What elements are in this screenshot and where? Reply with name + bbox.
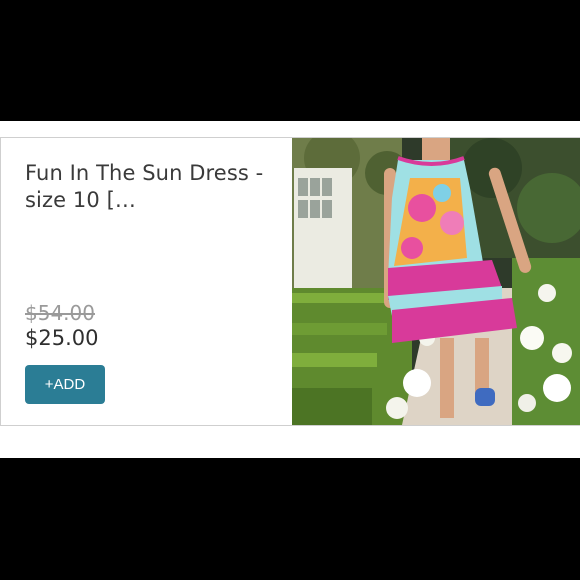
sale-price: $25.00 [25, 326, 99, 350]
add-button[interactable]: +ADD [25, 365, 105, 404]
original-price: $54.00 [25, 301, 95, 325]
product-photo[interactable] [292, 138, 580, 425]
listing-title[interactable]: Fun In The Sun Dress - size 10 [… [25, 160, 275, 214]
listing-card[interactable]: Fun In The Sun Dress - size 10 [… $54.00… [0, 137, 580, 426]
